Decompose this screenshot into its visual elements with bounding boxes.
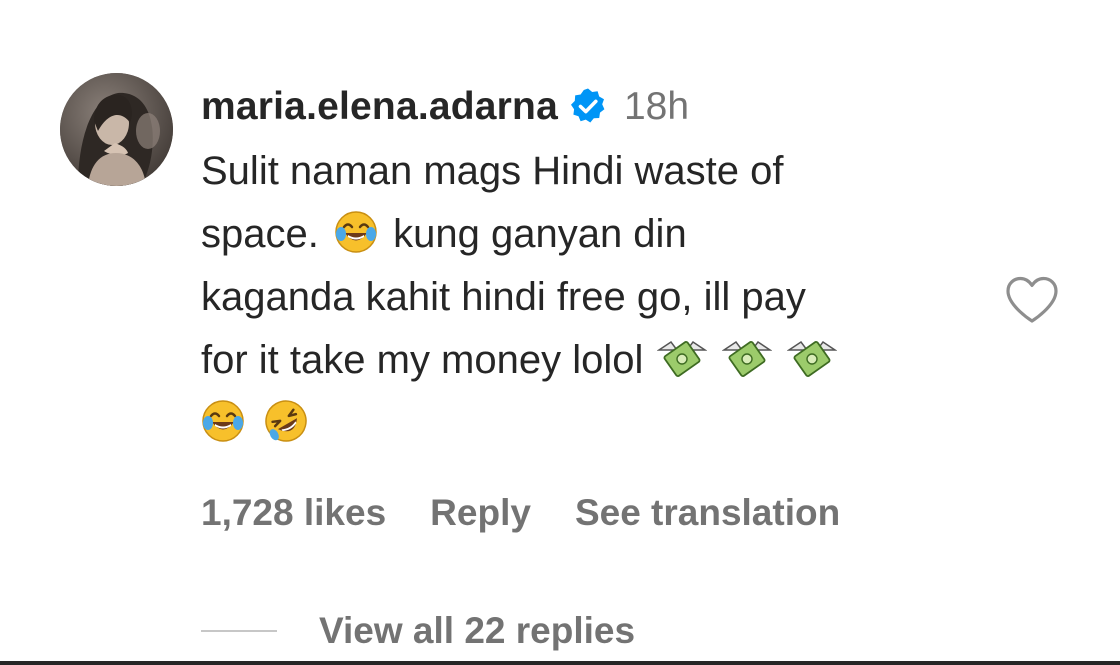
comment-header: maria.elena.adarna 18h (201, 82, 689, 132)
replies-divider-line (201, 630, 277, 632)
comment-timestamp: 18h (623, 85, 690, 128)
rolling-on-the-floor-laughing-icon (264, 399, 308, 443)
comment-actions: 1,728 likes Reply See translation (201, 488, 884, 538)
face-with-tears-of-joy-icon (201, 399, 245, 443)
instagram-comment-screenshot: maria.elena.adarna 18h Sulit naman mags … (0, 0, 1120, 665)
comment-line-5 (201, 392, 971, 455)
comment-text: Sulit naman mags Hindi waste of space. k… (201, 140, 971, 455)
money-with-wings-icon (721, 336, 772, 380)
money-with-wings-icon (656, 336, 707, 380)
avatar-photo (60, 73, 173, 186)
comment-line-1: Sulit naman mags Hindi waste of (201, 149, 784, 193)
comment-item: maria.elena.adarna 18h Sulit naman mags … (0, 0, 1120, 665)
see-translation-button[interactable]: See translation (575, 492, 840, 534)
comment-line-4-text: for it take my money lolol (201, 338, 644, 382)
like-heart-button[interactable] (1004, 275, 1060, 325)
avatar[interactable] (60, 73, 173, 186)
username-link[interactable]: maria.elena.adarna (201, 85, 558, 129)
verified-badge-icon (568, 87, 608, 127)
bottom-border (0, 661, 1120, 665)
view-replies-label: View all 22 replies (319, 610, 636, 651)
heart-outline-icon (1006, 276, 1058, 323)
comment-line-2-text: space. (201, 212, 319, 256)
money-with-wings-icon (786, 336, 837, 380)
reply-button[interactable]: Reply (430, 492, 531, 534)
view-replies-button[interactable]: View all 22 replies (201, 606, 635, 656)
comment-line-2: space. kung ganyan din (201, 203, 971, 266)
comment-line-3: kaganda kahit hindi free go, ill pay (201, 275, 806, 319)
likes-count-link[interactable]: 1,728 likes (201, 492, 386, 534)
face-with-tears-of-joy-icon (334, 210, 378, 254)
comment-line-2b-text: kung ganyan din (393, 212, 687, 256)
comment-line-4: for it take my money lolol (201, 329, 971, 392)
